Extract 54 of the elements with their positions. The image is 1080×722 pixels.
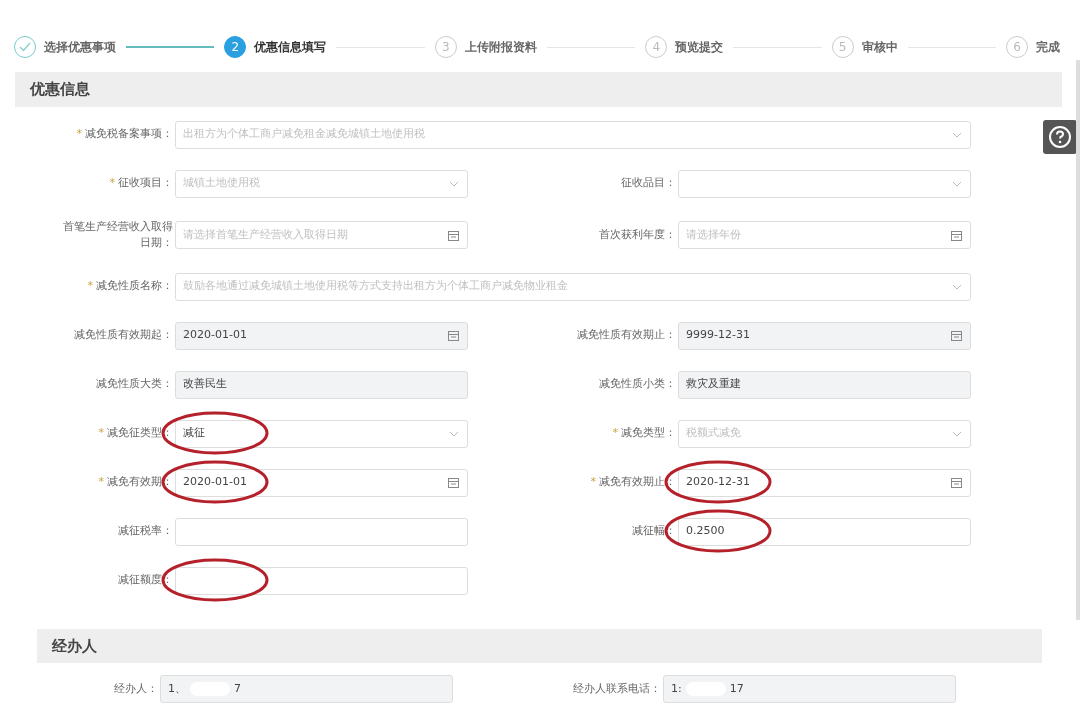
help-button[interactable] (1043, 120, 1077, 154)
calendar-icon (951, 229, 962, 241)
field-label: * 减免征类型： (97, 425, 174, 442)
select-field[interactable]: 减征 (175, 419, 468, 448)
value-text: 17 (729, 681, 744, 695)
field-label: 减征税率： (117, 523, 174, 540)
field-label: 经办人： (113, 680, 159, 697)
field-label: * 减免税备案事项： (75, 126, 174, 143)
field-label: * 征收项目： (108, 175, 174, 192)
wizard-step[interactable]: 4 预览提交 (645, 36, 724, 58)
field-label: * 减免有效期止： (589, 474, 677, 491)
wizard-step[interactable]: 3 上传附报资料 (434, 36, 537, 58)
field-label: 征收品目： (620, 175, 677, 192)
help-icon (1048, 125, 1072, 149)
chevron-down-icon (952, 430, 962, 437)
calendar-icon (448, 229, 459, 241)
section-header: 优惠信息 (15, 72, 1062, 107)
field-label: 减征额度： (117, 572, 174, 589)
chevron-down-icon (449, 180, 459, 187)
date-field[interactable]: 2020-12-31 (678, 468, 971, 497)
chevron-down-icon (952, 180, 962, 187)
field-label: 首笔生产经营收入取得日期： (62, 218, 174, 251)
chevron-down-icon (449, 430, 459, 437)
chevron-down-icon (952, 283, 962, 290)
field-label: 减免性质小类： (598, 376, 677, 393)
calendar-icon (951, 330, 962, 341)
wizard-step[interactable]: 5 审核中 (831, 36, 898, 58)
calendar-icon (448, 477, 459, 488)
field-label: 减免性质有效期止： (576, 327, 677, 344)
value-text: 1、 (168, 681, 186, 695)
chevron-down-icon (952, 131, 962, 138)
check-icon (18, 41, 32, 53)
section-header: 经办人 (37, 628, 1042, 663)
select-field[interactable] (678, 169, 971, 198)
field-label: * 减免类型： (611, 425, 677, 442)
input-field[interactable] (175, 517, 468, 546)
calendar-icon (448, 330, 459, 341)
scrollbar[interactable] (1076, 60, 1080, 620)
field-label: 减免性质大类： (95, 376, 174, 393)
field-label: * 减免性质名称： (86, 278, 174, 295)
calendar-icon (951, 477, 962, 488)
field-label: 首次获利年度： (598, 226, 677, 243)
wizard-step[interactable]: 2 优惠信息填写 (224, 36, 327, 58)
field-label: * 减免有效期： (97, 474, 174, 491)
wizard-step[interactable]: 6 完成 (1006, 36, 1061, 58)
field-label: 减免性质有效期起： (73, 327, 174, 344)
input-field[interactable] (175, 566, 468, 595)
value-text: 7 (234, 681, 241, 695)
date-field[interactable]: 2020-01-01 (175, 468, 468, 497)
field-label: 经办人联系电话： (572, 680, 662, 697)
value-text: 1: (671, 681, 682, 695)
input-field[interactable]: 0.2500 (678, 517, 971, 546)
wizard-step[interactable]: 选择优惠事项 (14, 36, 116, 58)
field-label: 减征幅： (631, 523, 677, 540)
